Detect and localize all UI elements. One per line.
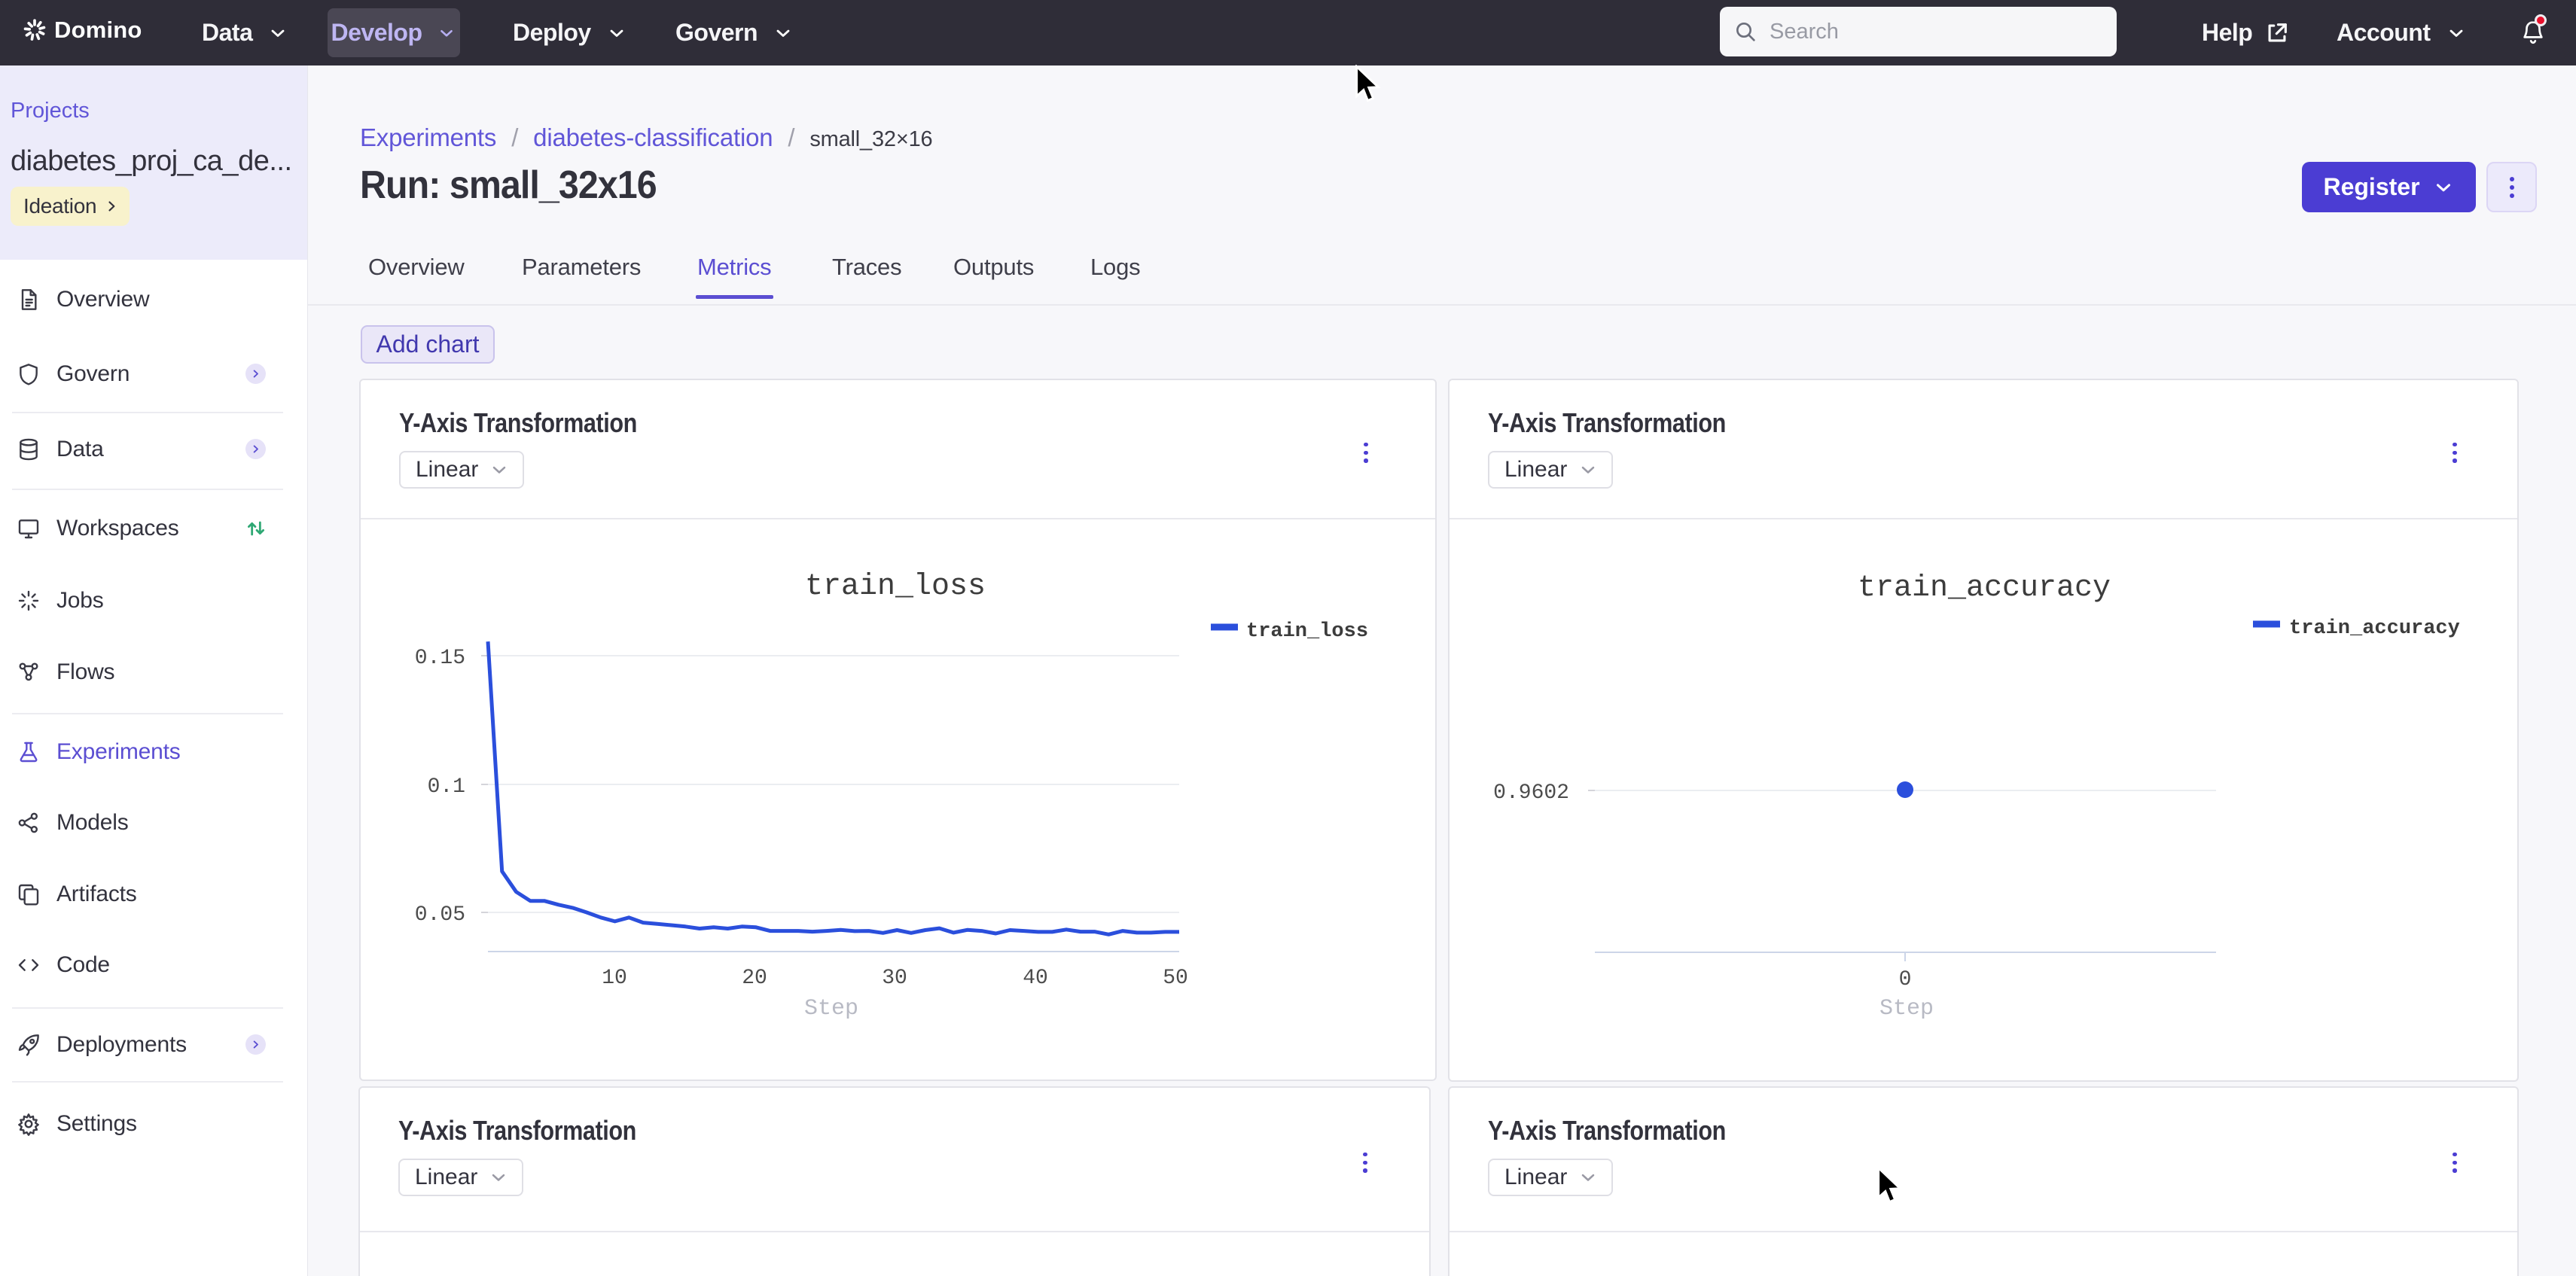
svg-text:train_accuracy: train_accuracy [1858, 571, 2111, 605]
svg-text:0.9602: 0.9602 [1493, 781, 1569, 805]
svg-text:Step: Step [1879, 996, 1934, 1022]
svg-text:0.15: 0.15 [415, 647, 465, 670]
svg-text:20: 20 [742, 967, 767, 990]
svg-text:Step: Step [804, 996, 858, 1022]
svg-text:30: 30 [882, 967, 907, 990]
svg-text:train_accuracy: train_accuracy [2289, 617, 2460, 640]
svg-text:train_loss: train_loss [1246, 620, 1368, 643]
svg-text:train_loss: train_loss [805, 570, 986, 604]
svg-text:0.05: 0.05 [415, 903, 465, 927]
svg-text:50: 50 [1163, 967, 1188, 990]
svg-text:0: 0 [1899, 968, 1912, 991]
svg-text:40: 40 [1023, 967, 1048, 990]
svg-text:10: 10 [602, 967, 627, 990]
svg-text:0.1: 0.1 [428, 775, 465, 799]
